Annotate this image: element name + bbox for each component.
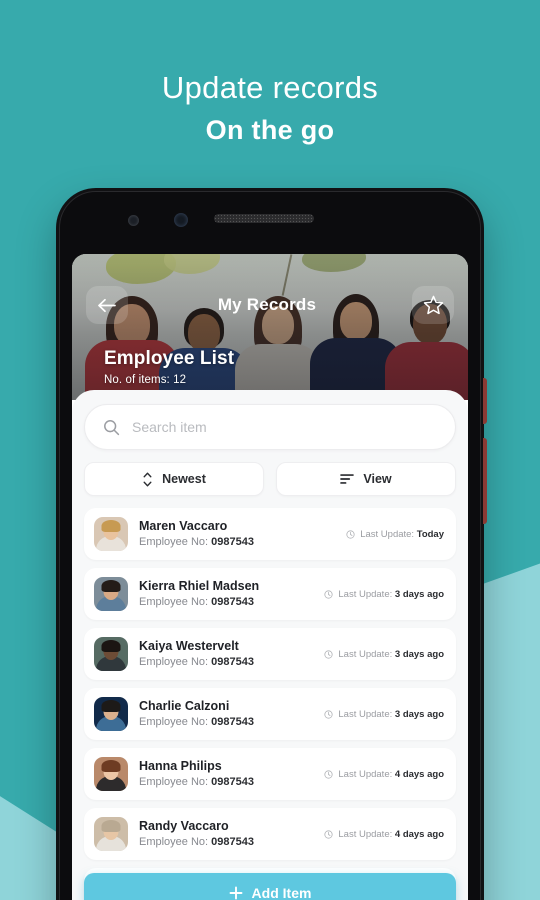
search-placeholder: Search item [132,419,207,435]
employee-name: Kierra Rhiel Madsen [139,578,260,593]
add-item-label: Add Item [251,884,312,900]
promo-headline: Update records On the go [0,68,540,150]
hero-header: My Records Employee List No. of items: 1… [72,254,468,400]
page-title: Employee List [104,348,235,369]
hero-text-block: Employee List No. of items: 12 [104,348,234,386]
avatar [94,577,128,611]
clock-icon [324,709,333,719]
employee-number: Employee No: 0987543 [139,715,254,728]
view-button[interactable]: View [276,462,456,496]
item-count: No. of items: 12 [104,374,187,386]
table-row[interactable]: Maren Vaccaro Employee No: 0987543 Last Up… [84,508,456,560]
table-row[interactable]: Charlie Calzoni Employee No: 0987543 Last … [84,688,456,740]
table-row[interactable]: Kaiya Westervelt Employee No: 0987543 Last… [84,628,456,680]
clock-icon [324,829,333,839]
clock-icon [324,769,333,779]
clock-icon [324,589,333,599]
row-info: Kaiya Westervelt Employee No: 0987543 [139,639,289,670]
last-update: Last Update: 3 days ago [324,589,446,600]
sort-newest-label: Newest [162,472,206,486]
phone-screen: My Records Employee List No. of items: 1… [72,254,468,900]
favorite-button[interactable] [412,286,454,324]
table-row[interactable]: Kierra Rhiel Madsen Employee No: 0987543 L… [84,568,456,620]
front-camera-icon [174,213,188,227]
last-update: Last Update: Today [346,529,446,540]
star-outline-icon [423,295,443,315]
sort-updown-icon [143,472,152,486]
row-info: Maren Vaccaro Employee No: 0987543 [139,519,289,550]
employee-name: Maren Vaccaro [139,518,228,533]
promo-screenshot: Update records On the go My Records Empl… [0,0,540,900]
phone-power-button[interactable] [483,438,487,524]
employee-list[interactable]: Maren Vaccaro Employee No: 0987543 Last Up… [84,508,456,900]
content-sheet: Search item Newest View Maren Vaccaro Em… [72,390,468,900]
view-label: View [363,472,392,486]
row-info: Kierra Rhiel Madsen Employee No: 0987543 [139,579,289,610]
promo-headline-line2: On the go [205,115,335,145]
search-input[interactable]: Search item [84,404,456,450]
last-update: Last Update: 3 days ago [324,649,446,660]
avatar [94,697,128,731]
row-info: Charlie Calzoni Employee No: 0987543 [139,699,289,730]
avatar [94,517,128,551]
employee-name: Kaiya Westervelt [139,638,239,653]
employee-number: Employee No: 0987543 [139,595,254,608]
earpiece-speaker [214,214,314,223]
phone-mockup: My Records Employee List No. of items: 1… [56,188,487,900]
avatar [94,757,128,791]
clock-icon [324,649,333,659]
arrow-left-icon [97,298,116,312]
table-row[interactable]: Hanna Philips Employee No: 0987543 Last Up… [84,748,456,800]
row-info: Hanna Philips Employee No: 0987543 [139,759,289,790]
hero-title: My Records [217,295,317,314]
last-update: Last Update: 4 days ago [324,769,446,780]
employee-number: Employee No: 0987543 [139,535,254,548]
employee-number: Employee No: 0987543 [139,655,254,668]
filter-row: Newest View [84,462,456,496]
employee-number: Employee No: 0987543 [139,835,254,848]
plus-icon [229,886,242,899]
promo-headline-line1: Update records [161,70,379,105]
add-item-button[interactable]: Add Item [84,873,456,900]
front-sensor-icon [128,215,139,226]
row-info: Randy Vaccaro Employee No: 0987543 [139,819,289,850]
employee-name: Randy Vaccaro [139,818,229,833]
search-icon [104,419,120,435]
last-update: Last Update: 3 days ago [324,709,446,720]
clock-icon [346,529,355,539]
last-update: Last Update: 4 days ago [324,829,446,840]
hero-topbar: My Records [72,286,468,324]
employee-name: Hanna Philips [139,758,222,773]
employee-name: Charlie Calzoni [139,698,230,713]
employee-number: Employee No: 0987543 [139,775,254,788]
filter-lines-icon [340,474,355,484]
phone-volume-button[interactable] [483,378,487,424]
avatar [94,817,128,851]
avatar [94,637,128,671]
sort-newest-button[interactable]: Newest [84,462,264,496]
table-row[interactable]: Randy Vaccaro Employee No: 0987543 Last Up… [84,808,456,860]
